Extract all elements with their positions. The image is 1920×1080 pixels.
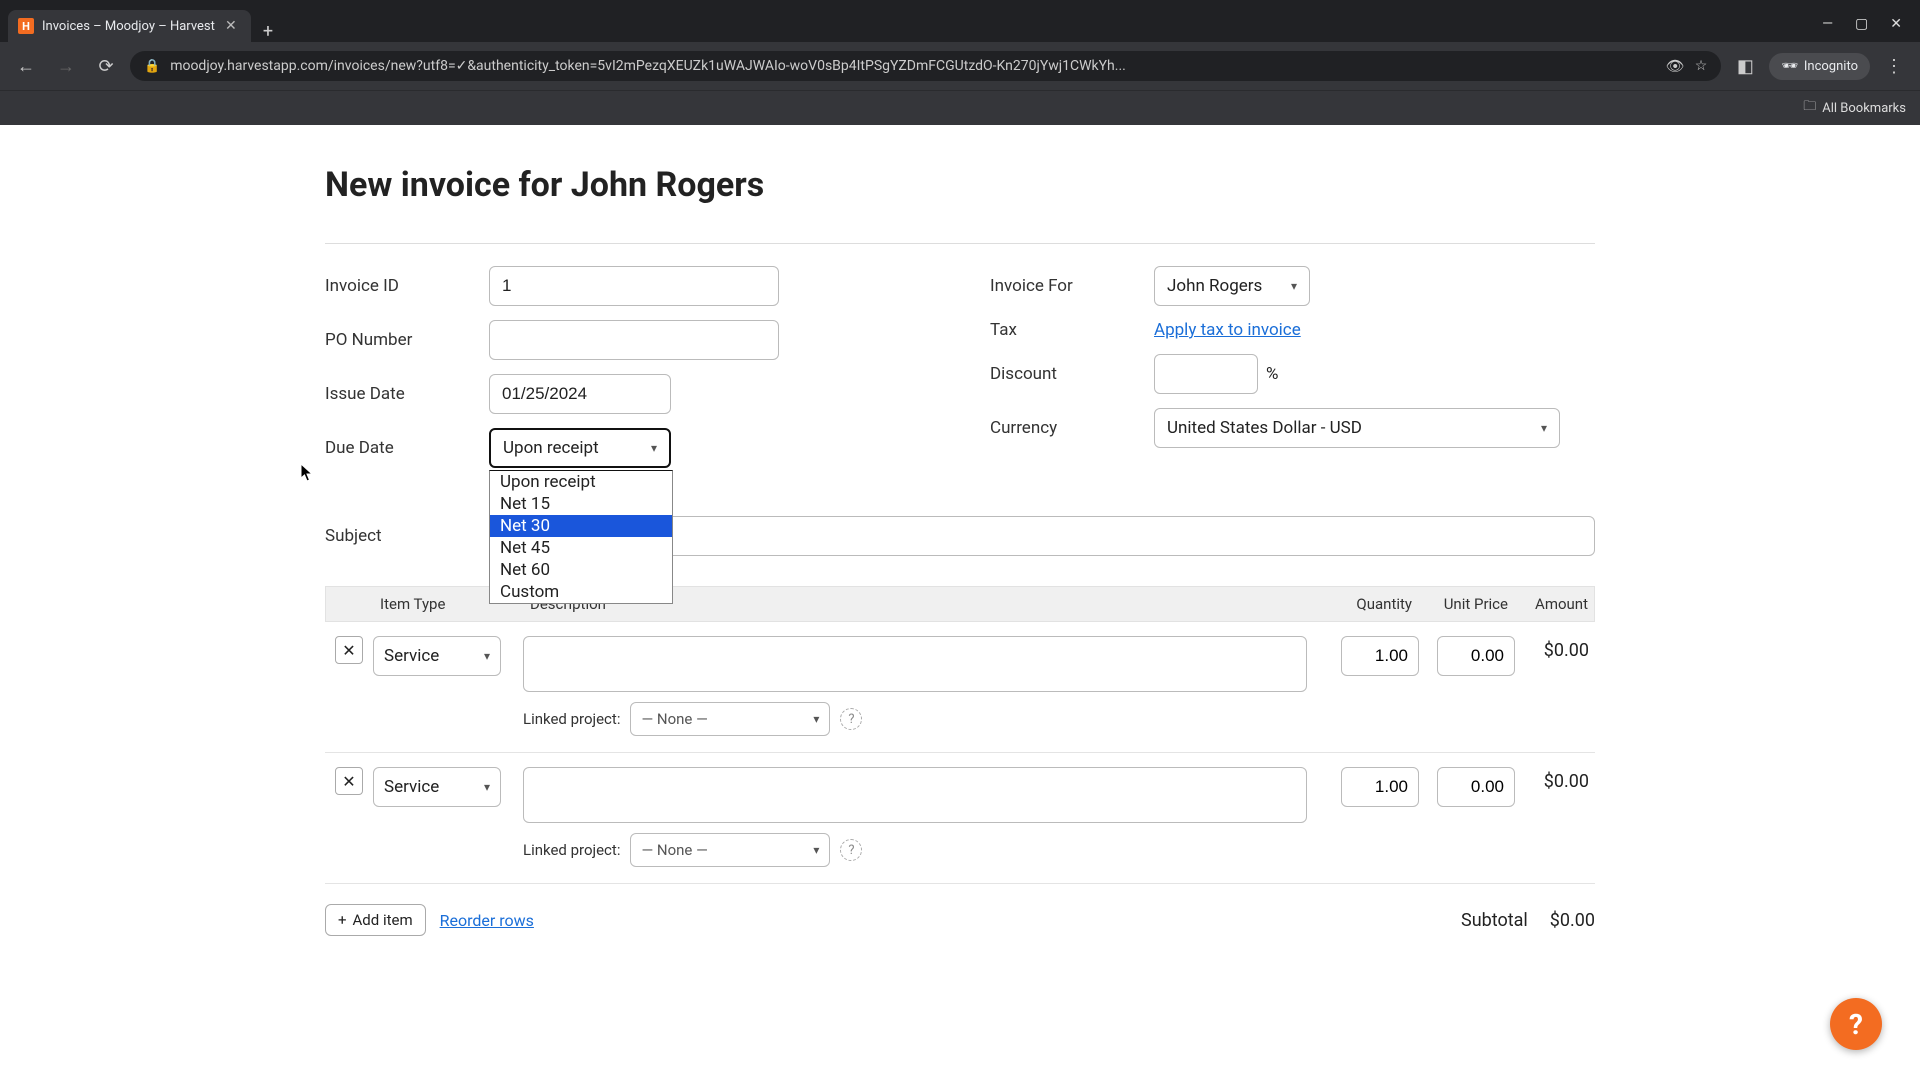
line-item-row: ✕ Service ▾ Linked project: — None — ▾ bbox=[325, 622, 1595, 742]
linked-project-select[interactable]: — None — ▾ bbox=[630, 833, 830, 867]
unit-price-input[interactable] bbox=[1437, 767, 1515, 807]
label-subject: Subject bbox=[325, 526, 489, 546]
col-amount: Amount bbox=[1514, 595, 1594, 613]
all-bookmarks-label: All Bookmarks bbox=[1822, 101, 1906, 116]
due-date-dropdown: Upon receipt Net 15 Net 30 Net 45 Net 60… bbox=[489, 470, 673, 604]
page-viewport: New invoice for John Rogers Invoice ID P… bbox=[0, 125, 1920, 1075]
chevron-down-icon: ▾ bbox=[813, 843, 819, 857]
folder-icon: 🗀 bbox=[1803, 97, 1816, 119]
linked-project-value: — None — bbox=[641, 710, 707, 728]
due-date-option-net-30[interactable]: Net 30 bbox=[490, 515, 672, 537]
col-unit-price: Unit Price bbox=[1418, 595, 1514, 613]
reorder-rows-link[interactable]: Reorder rows bbox=[440, 911, 534, 930]
forward-button[interactable]: → bbox=[50, 50, 82, 82]
label-discount: Discount bbox=[990, 364, 1154, 384]
add-item-label: Add item bbox=[353, 911, 413, 929]
linked-project-help-icon[interactable]: ? bbox=[840, 708, 862, 730]
question-icon: ? bbox=[1849, 1008, 1863, 1041]
lock-icon: 🔒 bbox=[144, 59, 160, 74]
chevron-down-icon: ▾ bbox=[1291, 279, 1297, 293]
new-tab-button[interactable]: + bbox=[251, 21, 285, 42]
label-invoice-id: Invoice ID bbox=[325, 276, 489, 296]
apply-tax-link[interactable]: Apply tax to invoice bbox=[1154, 320, 1301, 340]
url-text: moodjoy.harvestapp.com/invoices/new?utf8… bbox=[170, 58, 1656, 74]
tab-title: Invoices – Moodjoy – Harvest bbox=[42, 19, 215, 34]
item-type-value: Service bbox=[384, 646, 439, 666]
line-items-table: Item Type Description Quantity Unit Pric… bbox=[325, 586, 1595, 936]
chevron-down-icon: ▾ bbox=[813, 712, 819, 726]
close-window-icon[interactable]: ✕ bbox=[1890, 16, 1902, 32]
description-input[interactable] bbox=[523, 636, 1307, 692]
label-tax: Tax bbox=[990, 320, 1154, 340]
currency-value: United States Dollar - USD bbox=[1167, 418, 1362, 438]
remove-row-button[interactable]: ✕ bbox=[335, 767, 363, 795]
due-date-select[interactable]: Upon receipt ▾ Upon receipt Net 15 Net 3… bbox=[489, 428, 671, 468]
incognito-icon: 🕶 bbox=[1781, 59, 1798, 74]
subtotal-label: Subtotal bbox=[1461, 910, 1528, 931]
remove-row-button[interactable]: ✕ bbox=[335, 636, 363, 664]
chevron-down-icon: ▾ bbox=[484, 649, 490, 663]
linked-project-value: — None — bbox=[641, 841, 707, 859]
menu-icon[interactable]: ⋮ bbox=[1878, 50, 1910, 82]
linked-project-label: Linked project: bbox=[523, 710, 620, 728]
close-tab-icon[interactable]: ✕ bbox=[223, 18, 239, 34]
linked-project-label: Linked project: bbox=[523, 841, 620, 859]
label-currency: Currency bbox=[990, 418, 1154, 438]
help-fab-button[interactable]: ? bbox=[1830, 998, 1882, 1050]
side-panel-icon[interactable]: ◧ bbox=[1729, 50, 1761, 82]
item-type-select[interactable]: Service ▾ bbox=[373, 636, 501, 676]
due-date-option-net-15[interactable]: Net 15 bbox=[490, 493, 672, 515]
row-amount: $0.00 bbox=[1515, 636, 1595, 661]
quantity-input[interactable] bbox=[1341, 636, 1419, 676]
col-quantity: Quantity bbox=[1322, 595, 1418, 613]
eye-off-icon[interactable]: 👁 bbox=[1666, 57, 1685, 75]
minimize-icon[interactable]: ― bbox=[1822, 16, 1833, 32]
line-item-row: ✕ Service ▾ Linked project: — None — ▾ bbox=[325, 753, 1595, 873]
reload-button[interactable]: ⟳ bbox=[90, 50, 122, 82]
plus-icon: + bbox=[338, 911, 347, 929]
due-date-option-upon-receipt[interactable]: Upon receipt bbox=[490, 471, 672, 493]
subtotal-value: $0.00 bbox=[1550, 910, 1595, 931]
due-date-option-custom[interactable]: Custom bbox=[490, 581, 672, 603]
due-date-option-net-45[interactable]: Net 45 bbox=[490, 537, 672, 559]
invoice-for-value: John Rogers bbox=[1167, 276, 1262, 296]
discount-input[interactable] bbox=[1154, 354, 1258, 394]
maximize-icon[interactable]: ▢ bbox=[1855, 16, 1868, 32]
add-item-button[interactable]: + Add item bbox=[325, 904, 426, 936]
label-po-number: PO Number bbox=[325, 330, 489, 350]
item-type-value: Service bbox=[384, 777, 439, 797]
incognito-indicator[interactable]: 🕶 Incognito bbox=[1769, 53, 1870, 80]
description-input[interactable] bbox=[523, 767, 1307, 823]
address-bar[interactable]: 🔒 moodjoy.harvestapp.com/invoices/new?ut… bbox=[130, 51, 1721, 81]
due-date-value: Upon receipt bbox=[503, 438, 599, 458]
bookmark-star-icon[interactable]: ☆ bbox=[1695, 58, 1708, 74]
invoice-for-select[interactable]: John Rogers ▾ bbox=[1154, 266, 1310, 306]
invoice-id-input[interactable] bbox=[489, 266, 779, 306]
quantity-input[interactable] bbox=[1341, 767, 1419, 807]
chevron-down-icon: ▾ bbox=[484, 780, 490, 794]
harvest-favicon: H bbox=[18, 18, 34, 34]
due-date-option-net-60[interactable]: Net 60 bbox=[490, 559, 672, 581]
issue-date-input[interactable] bbox=[489, 374, 671, 414]
browser-chrome: H Invoices – Moodjoy – Harvest ✕ + ― ▢ ✕… bbox=[0, 0, 1920, 125]
all-bookmarks-button[interactable]: 🗀 All Bookmarks bbox=[1803, 97, 1906, 119]
back-button[interactable]: ← bbox=[10, 50, 42, 82]
po-number-input[interactable] bbox=[489, 320, 779, 360]
label-issue-date: Issue Date bbox=[325, 384, 489, 404]
item-type-select[interactable]: Service ▾ bbox=[373, 767, 501, 807]
discount-unit: % bbox=[1266, 364, 1278, 384]
incognito-label: Incognito bbox=[1804, 59, 1858, 74]
label-invoice-for: Invoice For bbox=[990, 276, 1154, 296]
currency-select[interactable]: United States Dollar - USD ▾ bbox=[1154, 408, 1560, 448]
page-title: New invoice for John Rogers bbox=[325, 165, 1595, 205]
linked-project-help-icon[interactable]: ? bbox=[840, 839, 862, 861]
linked-project-select[interactable]: — None — ▾ bbox=[630, 702, 830, 736]
unit-price-input[interactable] bbox=[1437, 636, 1515, 676]
row-amount: $0.00 bbox=[1515, 767, 1595, 792]
chevron-down-icon: ▾ bbox=[651, 441, 657, 455]
browser-tab[interactable]: H Invoices – Moodjoy – Harvest ✕ bbox=[8, 10, 251, 42]
chevron-down-icon: ▾ bbox=[1541, 421, 1547, 435]
label-due-date: Due Date bbox=[325, 438, 489, 458]
